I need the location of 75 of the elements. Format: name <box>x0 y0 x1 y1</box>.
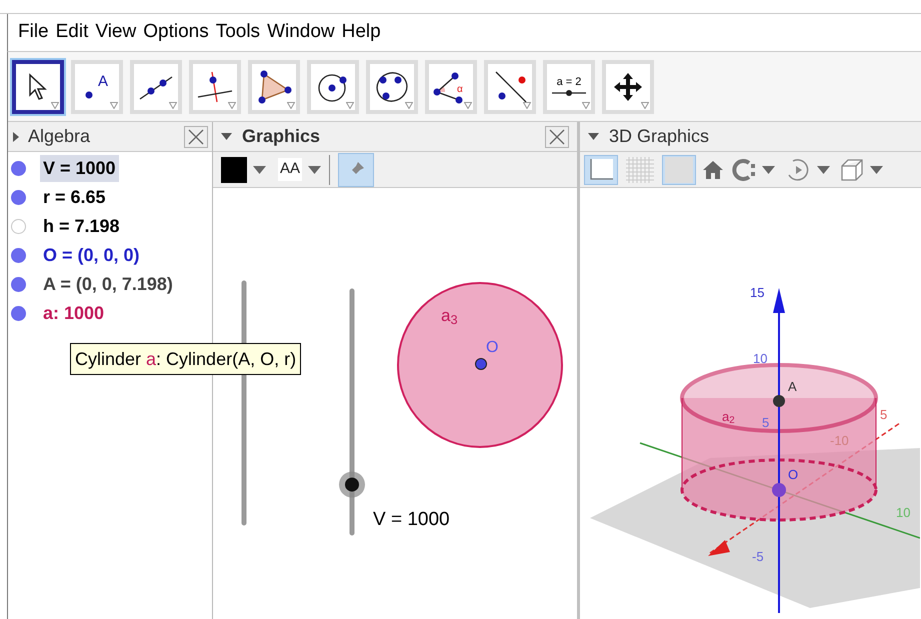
caret-icon[interactable] <box>817 166 830 174</box>
dropdown-triangle-icon <box>287 102 295 108</box>
slider-icon <box>552 90 586 96</box>
projection-icon[interactable] <box>730 158 756 180</box>
algebra-item[interactable]: a: 1000 <box>40 300 108 327</box>
panel-title: Algebra <box>28 125 92 148</box>
collapse-triangle-icon[interactable] <box>221 133 232 140</box>
axes-button[interactable] <box>584 154 618 184</box>
point-label: O <box>486 338 498 358</box>
cube-icon[interactable] <box>840 158 864 182</box>
caret-icon[interactable] <box>870 166 883 174</box>
tool-button[interactable]: a = 2 <box>543 60 595 114</box>
dropdown-triangle-icon <box>228 102 236 108</box>
dropdown-triangle-icon <box>641 102 649 108</box>
caret-icon[interactable] <box>308 166 322 174</box>
caret-icon[interactable] <box>762 166 775 174</box>
axis-label: A <box>788 380 797 393</box>
slider[interactable] <box>339 288 365 536</box>
menu-item[interactable]: View <box>95 18 136 47</box>
menu-item[interactable]: Help <box>342 18 381 47</box>
algebra-item[interactable]: V = 1000 <box>40 155 119 182</box>
axis-label: 5 <box>762 416 770 429</box>
menu-item[interactable]: Edit <box>56 18 88 47</box>
algebra-item[interactable]: O = (0, 0, 0) <box>40 242 143 269</box>
visibility-dot-filled[interactable] <box>11 277 26 292</box>
caret-icon[interactable] <box>253 166 266 174</box>
axis-label: -10 <box>830 434 849 447</box>
close-button[interactable] <box>545 126 569 148</box>
panel-title: Graphics <box>242 125 322 148</box>
axis-label: a$_{2}$ <box>722 410 735 423</box>
algebra-item[interactable]: h = 7.198 <box>40 213 123 240</box>
circle-label: a$_{3}$ <box>441 305 458 328</box>
close-button[interactable] <box>184 126 208 148</box>
dropdown-triangle-icon <box>346 102 354 108</box>
dropdown-triangle-icon <box>582 102 590 108</box>
dropdown-triangle-icon <box>405 102 413 108</box>
visibility-dot-filled[interactable] <box>11 190 26 205</box>
tooltip: Cylinder a: Cylinder(A, O, r) <box>70 343 302 375</box>
slider-label: V = 1000 <box>373 508 450 532</box>
color-swatch[interactable] <box>221 156 247 182</box>
collapse-triangle-icon[interactable] <box>588 133 599 140</box>
perpendicular-lines-icon <box>197 70 233 102</box>
home-icon[interactable] <box>702 160 724 180</box>
slider-tool-label: a = 2 <box>556 77 582 88</box>
tool-button[interactable]: A <box>71 60 123 114</box>
dropdown-triangle-icon <box>169 102 177 108</box>
tool-button[interactable] <box>12 60 64 114</box>
move-arrows-icon <box>613 72 643 102</box>
tool-button[interactable]: α <box>425 60 477 114</box>
dropdown-triangle-icon <box>464 102 472 108</box>
pin-button[interactable] <box>338 152 374 186</box>
axis-label: -5 <box>752 550 764 563</box>
menu-item[interactable]: Options <box>143 18 209 47</box>
axis-label: 10 <box>753 352 768 365</box>
triangle-icon <box>256 70 292 104</box>
dropdown-triangle-icon <box>523 102 531 108</box>
axis-label: 10 <box>896 506 910 519</box>
axis-label: 5 <box>880 408 888 421</box>
axis-label: O <box>788 468 798 481</box>
visibility-dot-filled[interactable] <box>11 248 26 263</box>
visibility-dot-filled[interactable] <box>11 306 26 321</box>
text-style-button[interactable]: AA <box>278 158 302 181</box>
menu-item[interactable]: File <box>18 18 49 47</box>
algebra-item[interactable]: r = 6.65 <box>40 184 109 211</box>
menu-item[interactable]: Window <box>267 18 335 47</box>
visibility-dot-empty[interactable] <box>11 219 26 234</box>
dropdown-triangle-icon <box>51 102 59 108</box>
visibility-dot-filled[interactable] <box>11 161 26 176</box>
panel-title: 3D Graphics <box>609 125 710 148</box>
axis-label: 15 <box>750 286 764 299</box>
ellipse-icon <box>374 70 410 104</box>
menu-item[interactable]: Tools <box>216 18 260 47</box>
collapse-triangle-icon[interactable] <box>12 132 20 142</box>
algebra-item[interactable]: A = (0, 0, 7.198) <box>40 271 176 298</box>
dropdown-triangle-icon <box>110 102 118 108</box>
